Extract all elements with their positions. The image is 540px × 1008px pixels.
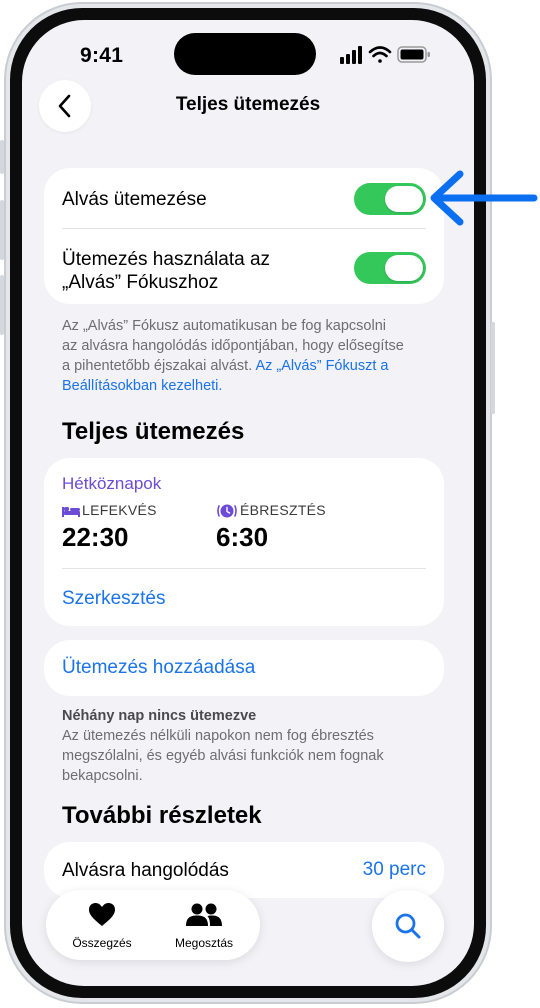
back-button[interactable]: [39, 80, 91, 132]
focus-settings-link-cont[interactable]: Beállításokban kezelheti.: [62, 376, 432, 396]
tab-bar: Összegzés Megosztás: [46, 890, 260, 960]
divider: [62, 568, 426, 569]
full-schedule-heading: Teljes ütemezés: [62, 418, 245, 445]
cellular-signal-icon: [340, 46, 362, 64]
heart-icon: [89, 903, 115, 926]
divider: [62, 228, 426, 229]
wind-down-value: 30 perc: [362, 859, 426, 880]
use-for-focus-label: Ütemezés használata az „Alvás” Fókuszhoz: [62, 249, 271, 293]
more-details-heading: További részletek: [62, 802, 262, 829]
bedtime-value: 22:30: [62, 522, 129, 552]
wake-value: 6:30: [216, 522, 269, 552]
focus-note: Az „Alvás” Fókusz automatikusan be fog k…: [62, 316, 432, 396]
action-button: [0, 140, 4, 174]
bed-icon: [62, 507, 80, 517]
sleep-schedule-toggle[interactable]: [354, 183, 426, 215]
use-for-focus-toggle[interactable]: [354, 252, 426, 284]
toggle-knob: [385, 186, 423, 212]
sleep-schedule-label: Alvás ütemezése: [62, 189, 207, 210]
page-title: Teljes ütemezés: [175, 94, 321, 115]
bedtime-label: LEFEKVÉS: [82, 502, 157, 518]
power-button: [491, 322, 495, 414]
status-icons: [340, 46, 430, 64]
weekday-schedule-card[interactable]: Hétköznapok LEFEKVÉS 22:30 ÉBRESZTÉS 6:3…: [44, 458, 444, 626]
volume-up-button: [0, 200, 4, 260]
screen: 9:41 Teljes ütemezés Alvás ütemezése Üte…: [22, 20, 474, 986]
wind-down-label: Alvásra hangolódás: [62, 860, 229, 881]
wifi-icon: [368, 46, 392, 63]
toggle-knob: [385, 255, 423, 281]
search-icon: [395, 913, 421, 939]
add-schedule-button[interactable]: Ütemezés hozzáadása: [62, 657, 255, 679]
unscheduled-note-title: Néhány nap nincs ütemezve: [62, 708, 257, 724]
dynamic-island: [174, 33, 316, 75]
people-icon: [186, 903, 222, 926]
back-chevron-icon: [58, 94, 71, 118]
status-time: 9:41: [80, 44, 124, 67]
tab-sharing-label: Megosztás: [174, 936, 234, 950]
schedule-group-label: Hétköznapok: [62, 474, 162, 493]
unscheduled-note: Néhány nap nincs ütemezve Az ütemezés né…: [62, 706, 432, 786]
search-button[interactable]: [372, 890, 444, 962]
volume-down-button: [0, 275, 4, 335]
tab-summary[interactable]: Összegzés: [52, 898, 152, 954]
sleep-toggles-card: Alvás ütemezése Ütemezés használata az „…: [44, 168, 444, 304]
edit-schedule-button[interactable]: Szerkesztés: [62, 588, 165, 610]
tab-sharing[interactable]: Megosztás: [154, 898, 254, 954]
pointer-arrow-icon: [430, 170, 538, 226]
tab-summary-label: Összegzés: [72, 936, 132, 950]
battery-icon: [397, 46, 430, 63]
add-schedule-card[interactable]: Ütemezés hozzáadása: [44, 640, 444, 696]
alarm-icon: [217, 504, 237, 518]
focus-settings-link[interactable]: Az „Alvás” Fókuszt a: [255, 358, 388, 374]
wake-label: ÉBRESZTÉS: [240, 502, 326, 518]
